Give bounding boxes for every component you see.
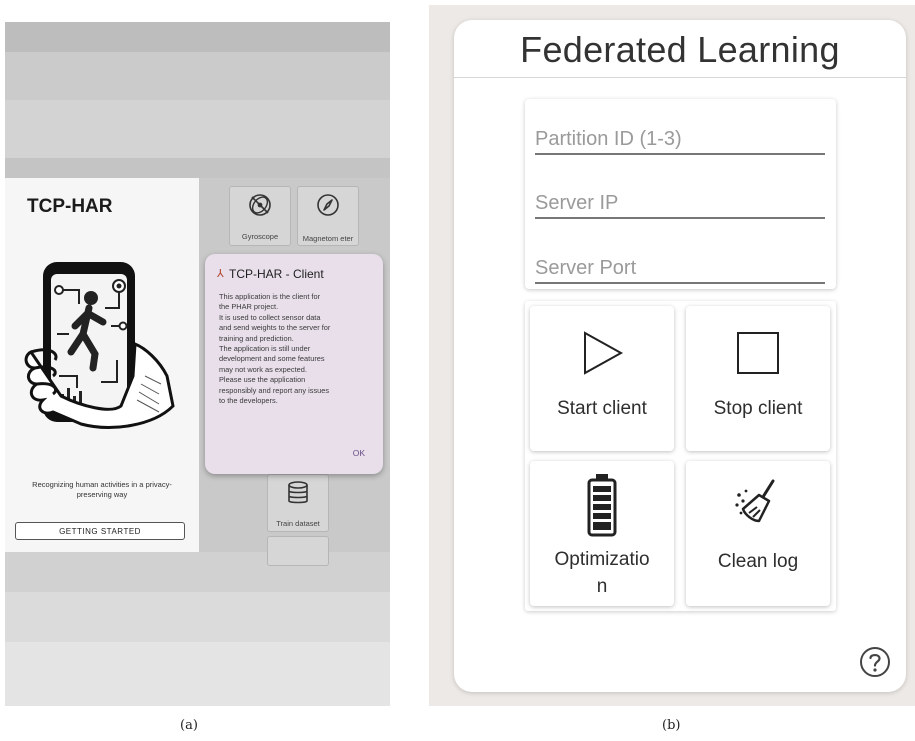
server-port-field xyxy=(535,242,825,284)
database-icon xyxy=(288,481,308,504)
app-logo-icon: ⅄ xyxy=(217,268,224,280)
welcome-screen: TCP-HAR Recognizing human activities in … xyxy=(5,178,199,552)
optimization-label-line2: n xyxy=(596,576,608,597)
stop-icon xyxy=(737,332,779,374)
stop-client-button[interactable]: Stop client xyxy=(686,306,830,451)
dialog-ok-button[interactable]: OK xyxy=(353,448,365,458)
caption-a: (a) xyxy=(180,718,198,733)
dialog-line: and send weights to the server for xyxy=(219,323,331,333)
help-icon[interactable] xyxy=(859,646,891,678)
dialog-message: This application is the client for the P… xyxy=(219,292,379,406)
dialog-line: training and prediction. xyxy=(219,333,294,343)
dialog-line: Please use the application xyxy=(219,375,306,385)
sensor-tile-gyroscope[interactable]: Gyroscope xyxy=(229,186,291,246)
sensor-label: Train dataset xyxy=(276,519,320,528)
app-title: TCP-HAR xyxy=(27,196,113,217)
app-tagline: Recognizing human activities in a privac… xyxy=(32,480,172,499)
phone-activity-illustration xyxy=(24,262,175,429)
federated-learning-screen: Federated Learning Start client Stop cli… xyxy=(454,20,906,692)
background-stripe xyxy=(5,592,390,642)
dialog-line: The application is still under xyxy=(219,344,311,354)
clean-log-button[interactable]: Clean log xyxy=(686,461,830,606)
page-title: Federated Learning xyxy=(520,29,840,70)
server-ip-field xyxy=(535,177,825,219)
dialog-line: responsibly and report any issues xyxy=(219,385,330,395)
start-client-label: Start client xyxy=(557,398,647,419)
dialog-line: This application is the client for xyxy=(219,292,321,301)
sensor-tile-magnetometer[interactable]: Magnetom eter xyxy=(297,186,359,246)
title-divider xyxy=(454,77,906,78)
background-stripe xyxy=(5,100,390,158)
stop-client-label: Stop client xyxy=(713,398,803,419)
background-stripe xyxy=(5,22,390,52)
gyroscope-icon xyxy=(249,194,271,216)
optimization-label-line1: Optimizatio xyxy=(554,549,650,570)
battery-icon xyxy=(587,474,617,537)
play-icon xyxy=(584,331,624,375)
sensor-tile-train-dataset[interactable]: Train dataset xyxy=(267,474,329,532)
server-port-input[interactable] xyxy=(535,257,825,280)
background-stripe xyxy=(5,158,390,178)
background-stripe xyxy=(5,642,390,706)
optimization-button[interactable]: Optimizatio n xyxy=(530,461,674,606)
dialog-line: may not work as expected. xyxy=(219,364,307,374)
clean-log-label: Clean log xyxy=(717,551,799,572)
compass-icon xyxy=(317,194,339,216)
dialog-line: the PHAR project. xyxy=(219,302,279,312)
partition-id-field xyxy=(535,113,825,155)
start-client-button[interactable]: Start client xyxy=(530,306,674,451)
action-grid: Start client Stop client Optimizatio n C… xyxy=(525,301,836,611)
partition-id-input[interactable] xyxy=(535,128,825,151)
background-stripe xyxy=(5,52,390,100)
client-info-dialog: ⅄ TCP-HAR - Client This application is t… xyxy=(205,254,383,474)
dialog-line: development and some features xyxy=(219,354,325,364)
sensor-label: Magnetom eter xyxy=(302,234,354,243)
background-stripe xyxy=(5,552,390,592)
caption-b: (b) xyxy=(662,718,681,733)
dialog-line: It is used to collect sensor data xyxy=(219,312,321,322)
dialog-line: to the developers. xyxy=(219,396,278,406)
server-ip-input[interactable] xyxy=(535,192,825,215)
getting-started-button[interactable]: GETTING STARTED xyxy=(15,522,185,540)
dialog-title: TCP-HAR - Client xyxy=(229,267,324,281)
broom-icon xyxy=(735,479,775,523)
connection-form xyxy=(525,99,836,289)
sensor-label: Gyroscope xyxy=(241,232,279,241)
app-screenshot-a: TCP-HAR Recognizing human activities in … xyxy=(5,22,390,706)
sensor-tile-partial[interactable] xyxy=(267,536,329,566)
